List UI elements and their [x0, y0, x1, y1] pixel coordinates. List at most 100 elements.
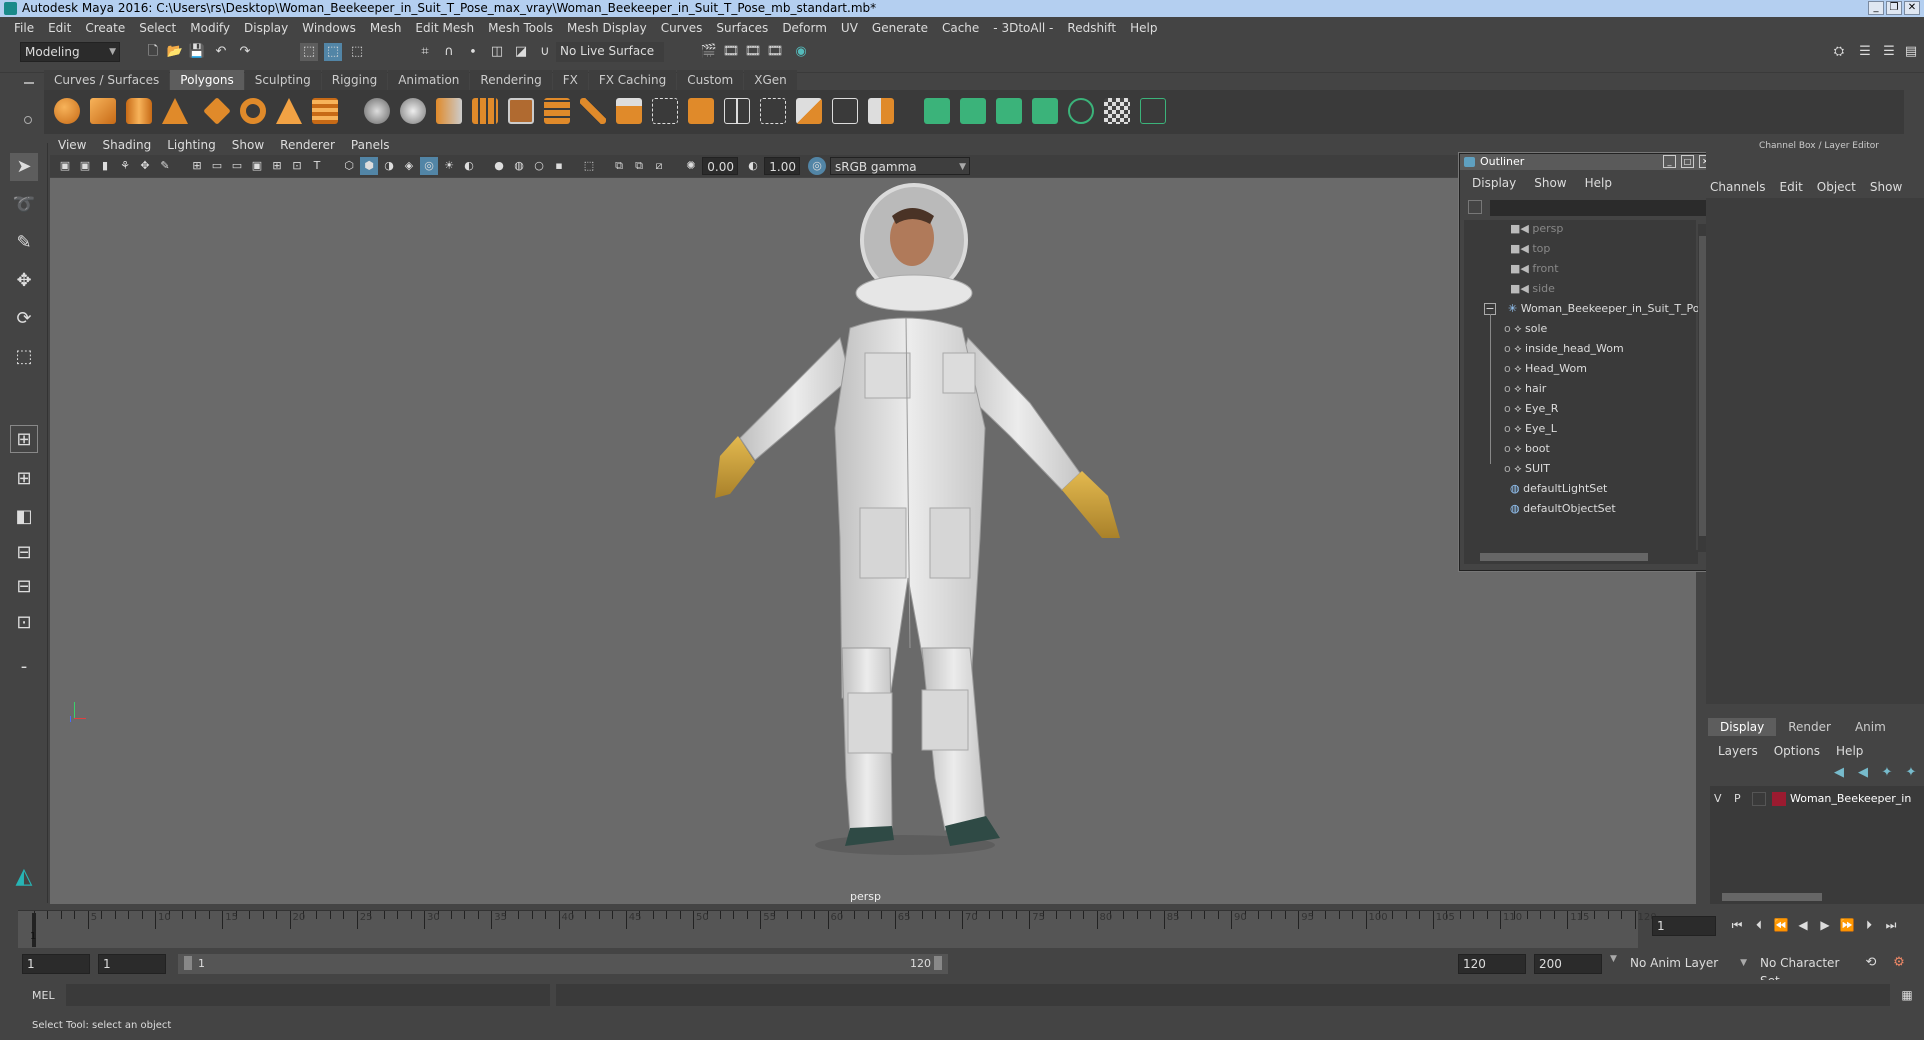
menu-create[interactable]: Create	[85, 21, 125, 35]
image-plane-icon[interactable]: ⚘	[116, 157, 134, 175]
anim-end-field[interactable]: 120	[1458, 954, 1526, 974]
time-slider[interactable]: 1 5 10 15 20 25 30 35 40 45 50 55 60 65 70 75 80 85 90 95 1…	[18, 910, 1657, 948]
persp-graph-layout-icon[interactable]: ⊟	[10, 539, 38, 567]
outliner-maximize-button[interactable]: □	[1681, 155, 1694, 168]
four-view-layout-icon[interactable]: ⊞	[10, 465, 38, 493]
play-forwards-icon[interactable]: ▶	[1816, 916, 1834, 934]
layer-menu-layers[interactable]: Layers	[1718, 744, 1758, 758]
anim-start-field[interactable]: 1	[98, 954, 166, 974]
mirror-icon[interactable]	[436, 98, 462, 124]
bevel-icon[interactable]	[688, 98, 714, 124]
open-scene-icon[interactable]: 📂	[166, 43, 184, 61]
outliner-item-front[interactable]: ■◀ front	[1510, 260, 1559, 278]
color-space-selector[interactable]: sRGB gamma ▼	[830, 157, 970, 175]
go-to-start-icon[interactable]: ⏮	[1728, 916, 1746, 934]
wireframe-on-shaded-icon[interactable]: ◑	[380, 157, 398, 175]
reduce-icon[interactable]	[508, 98, 534, 124]
layer-menu-help[interactable]: Help	[1836, 744, 1863, 758]
select-tool-icon[interactable]: ➤	[10, 153, 38, 181]
maya-home-icon[interactable]: ◭	[10, 863, 38, 891]
new-empty-layer-icon[interactable]: ✦	[1878, 764, 1896, 782]
menu-modify[interactable]: Modify	[190, 21, 230, 35]
layout-options-icon[interactable]: -	[10, 653, 38, 681]
menu-edit[interactable]: Edit	[48, 21, 71, 35]
menu-redshift[interactable]: Redshift	[1067, 21, 1116, 35]
snap-surface-icon[interactable]: ◪	[512, 43, 530, 61]
layer-tab-render[interactable]: Render	[1776, 718, 1843, 736]
outliner-item-beekeeper-group[interactable]: − ✳ Woman_Beekeeper_in_Suit_T_Pos	[1484, 300, 1705, 318]
start-time-field[interactable]: 1	[22, 954, 90, 974]
layer-menu-options[interactable]: Options	[1774, 744, 1820, 758]
shelf-menu-icon[interactable]	[24, 82, 34, 84]
outliner-item-eye-l[interactable]: o ⟡ Eye_L	[1504, 420, 1557, 438]
safe-action-icon[interactable]: ⊡	[288, 157, 306, 175]
shadows-icon[interactable]: ☀	[440, 157, 458, 175]
outliner-item-side[interactable]: ■◀ side	[1510, 280, 1555, 298]
extrude-icon[interactable]	[616, 98, 642, 124]
outliner-item-eye-r[interactable]: o ⟡ Eye_R	[1504, 400, 1558, 418]
poly-cylinder-icon[interactable]	[126, 98, 152, 124]
command-language-label[interactable]: MEL	[32, 989, 55, 1002]
layer-tab-anim[interactable]: Anim	[1843, 718, 1898, 736]
exposure-field[interactable]: 0.00	[702, 157, 738, 175]
menu-deform[interactable]: Deform	[782, 21, 827, 35]
xray-active-icon[interactable]: ⧉	[630, 157, 648, 175]
step-forward-frame-icon[interactable]: ⏵	[1860, 916, 1878, 934]
animation-preferences-icon[interactable]: ⚙	[1890, 954, 1908, 972]
current-frame-field[interactable]: 1	[1652, 916, 1716, 936]
outliner-item-default-light-set[interactable]: ◍ defaultLightSet	[1510, 480, 1607, 498]
snap-grid-icon[interactable]: ⌗	[416, 43, 434, 61]
shelf-tab-sculpting[interactable]: Sculpting	[244, 70, 321, 90]
shelf-tab-rendering[interactable]: Rendering	[470, 70, 552, 90]
bridge-icon[interactable]	[652, 98, 678, 124]
persp-outliner-layout-icon[interactable]: ◧	[10, 503, 38, 531]
camera-attributes-icon[interactable]: ▣	[76, 157, 94, 175]
menu-surfaces[interactable]: Surfaces	[716, 21, 768, 35]
layer-tab-display[interactable]: Display	[1708, 718, 1777, 736]
film-gate-icon[interactable]: ▭	[208, 157, 226, 175]
shelf-tab-fx[interactable]: FX	[552, 70, 588, 90]
textured-icon[interactable]: ◈	[400, 157, 418, 175]
close-button[interactable]: ✕	[1904, 1, 1920, 15]
workspace-icon[interactable]: ⛭	[1830, 43, 1848, 61]
smooth-icon[interactable]	[472, 98, 498, 124]
layer-playback-toggle[interactable]: P	[1734, 792, 1741, 805]
paint-select-tool-icon[interactable]: ✎	[10, 229, 38, 257]
depth-of-field-icon[interactable]: ○	[530, 157, 548, 175]
poly-pyramid-icon[interactable]	[276, 98, 302, 124]
outliner-filter-icon[interactable]	[1468, 200, 1482, 214]
channel-menu-object[interactable]: Object	[1817, 180, 1856, 194]
step-forward-key-icon[interactable]: ⏩	[1838, 916, 1856, 934]
attribute-editor-toggle-icon[interactable]: ☰	[1856, 43, 1874, 61]
new-scene-icon[interactable]: 🗋	[144, 43, 162, 61]
shelf-tab-animation[interactable]: Animation	[388, 70, 470, 90]
checker-icon[interactable]	[1104, 98, 1130, 124]
mode-selector[interactable]: Modeling ▼	[20, 42, 120, 62]
layer-visibility-toggle[interactable]: V	[1714, 792, 1722, 805]
snap-magnet-icon[interactable]: ∪	[536, 43, 554, 61]
motion-blur-icon[interactable]: ●	[490, 157, 508, 175]
outliner-item-persp[interactable]: ■◀ persp	[1510, 220, 1563, 238]
panel-menu-show[interactable]: Show	[232, 138, 264, 154]
uv-cylindrical-icon[interactable]	[960, 98, 986, 124]
layer-hscroll-thumb[interactable]	[1722, 893, 1822, 901]
outliner-menu-help[interactable]: Help	[1585, 176, 1612, 190]
outliner-item-default-object-set[interactable]: ◍ defaultObjectSet	[1510, 500, 1616, 518]
tool-settings-toggle-icon[interactable]: ☰	[1880, 43, 1898, 61]
poly-sphere-icon[interactable]	[54, 98, 80, 124]
move-layer-down-icon[interactable]: ◀	[1854, 764, 1872, 782]
menu-cache[interactable]: Cache	[942, 21, 979, 35]
anti-aliasing-icon[interactable]: ◍	[510, 157, 528, 175]
rotate-tool-icon[interactable]: ⟳	[10, 305, 38, 333]
menu-windows[interactable]: Windows	[302, 21, 356, 35]
ambient-occlusion-icon[interactable]: ◐	[460, 157, 478, 175]
select-hierarchy-icon[interactable]: ⬚	[300, 43, 318, 61]
outliner-item-boot[interactable]: o ⟡ boot	[1504, 440, 1550, 458]
panel-menu-panels[interactable]: Panels	[351, 138, 390, 154]
safe-title-icon[interactable]: T	[308, 157, 326, 175]
layer-row[interactable]: V P Woman_Beekeeper_in	[1710, 788, 1924, 810]
auto-key-icon[interactable]: ⟲	[1862, 954, 1880, 972]
poly-plane-icon[interactable]	[203, 97, 231, 125]
wireframe-icon[interactable]: ⬡	[340, 157, 358, 175]
select-component-icon[interactable]: ⬚	[348, 43, 366, 61]
